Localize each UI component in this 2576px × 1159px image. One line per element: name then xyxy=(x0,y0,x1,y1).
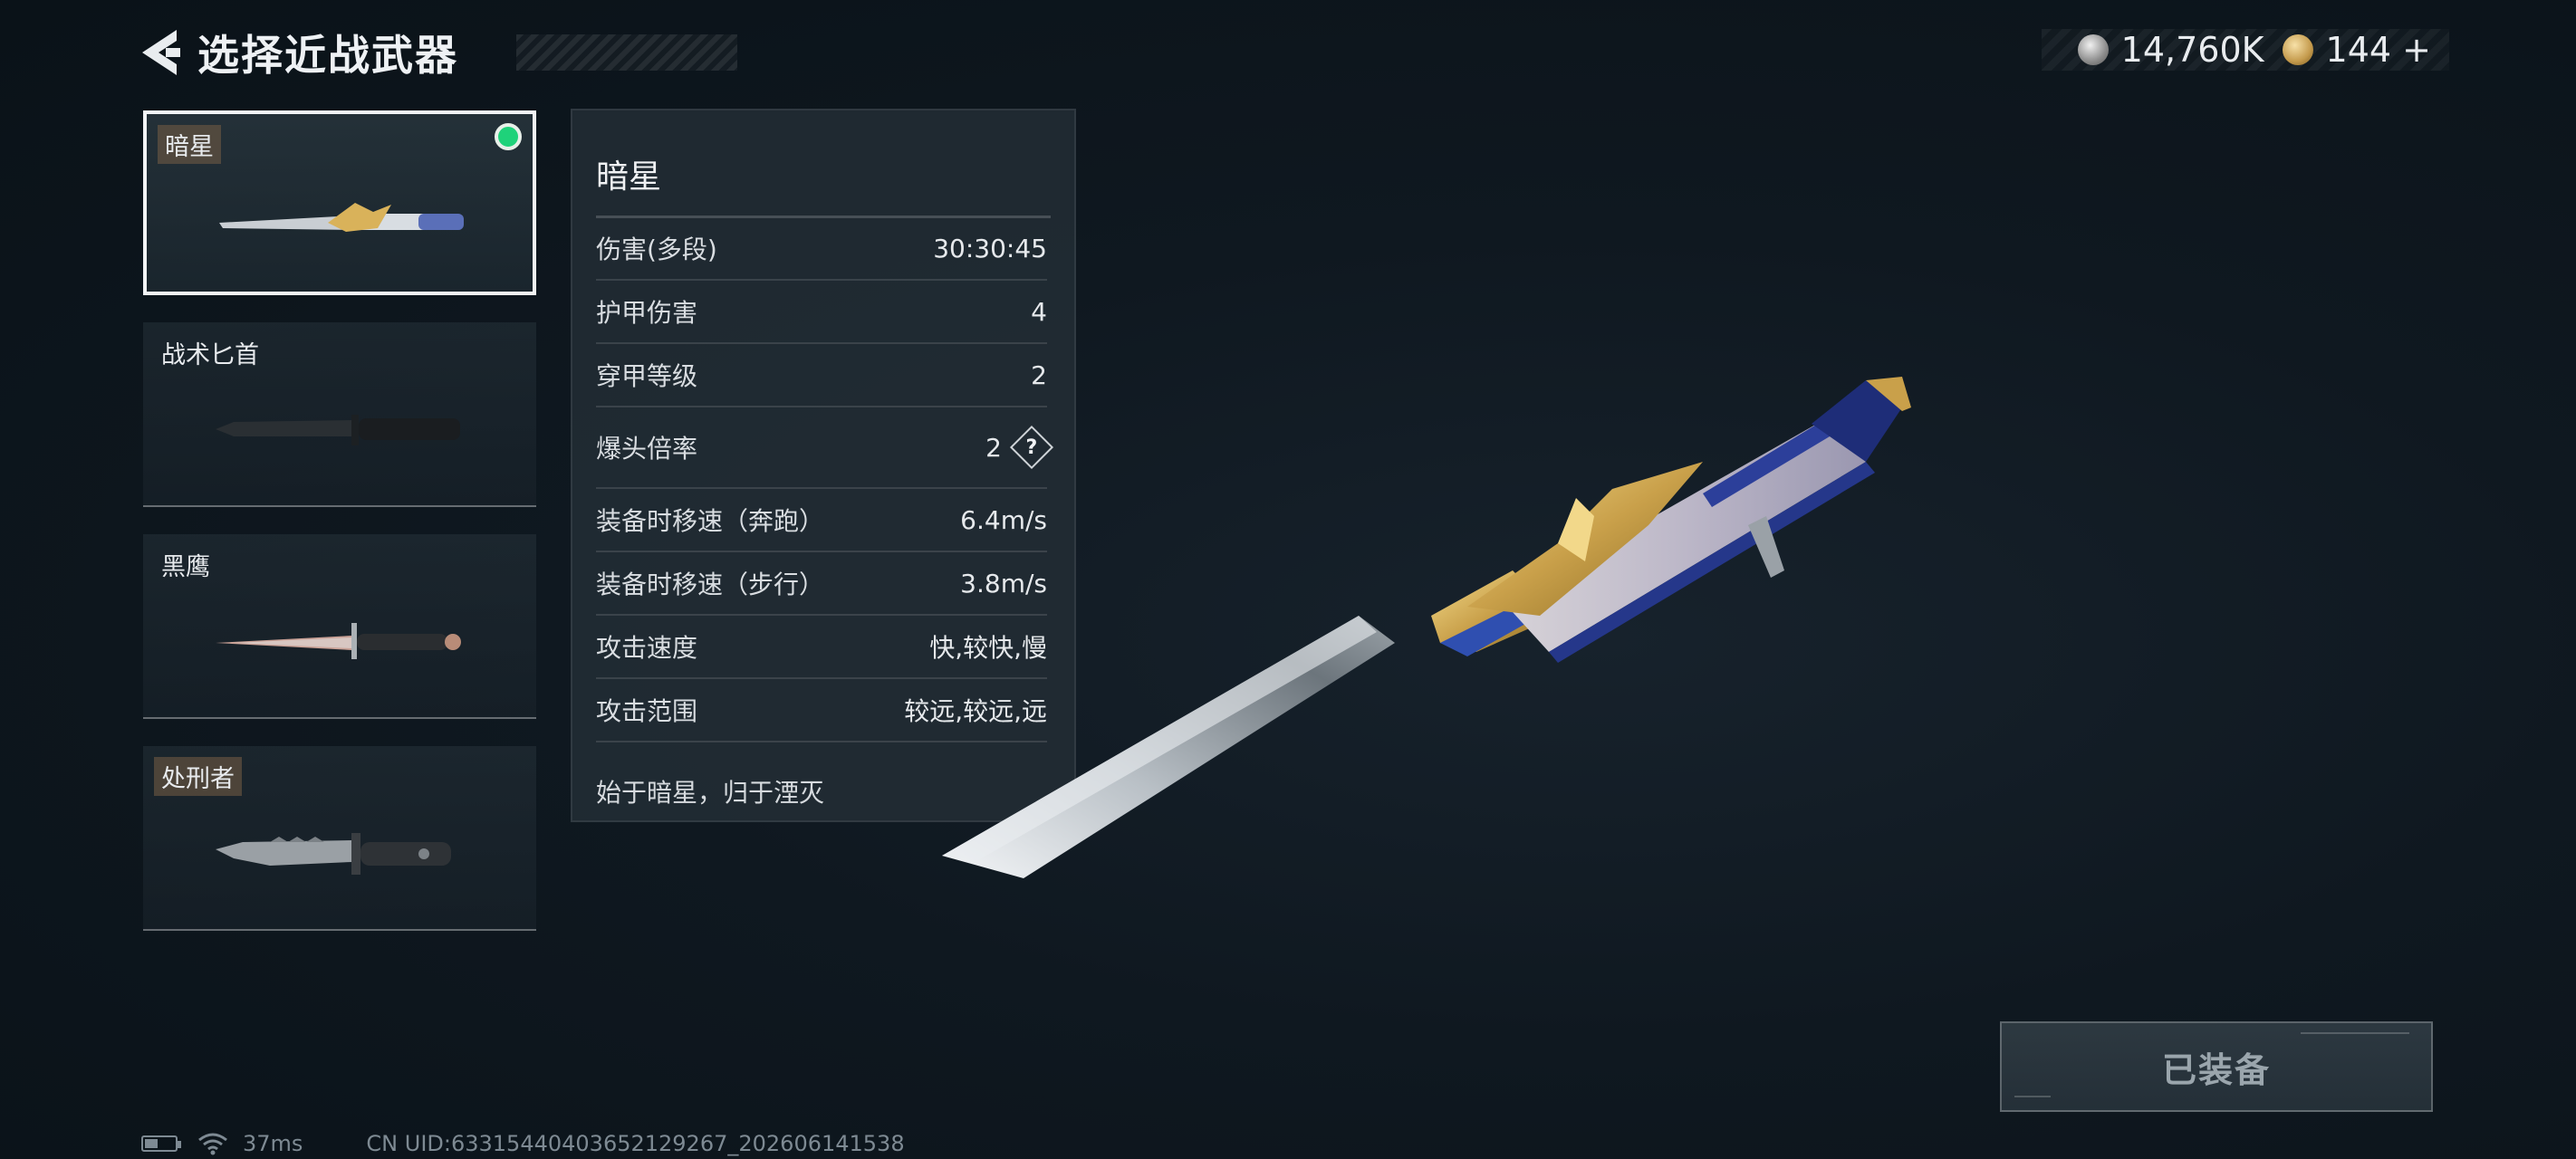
silver-amount: 14,760K xyxy=(2120,30,2264,70)
weapon-name: 处刑者 xyxy=(154,757,242,796)
gold-currency[interactable]: 144 + xyxy=(2282,30,2431,70)
weapon-name: 暗星 xyxy=(158,125,221,164)
battery-icon xyxy=(141,1135,181,1152)
weapon-card-executioner[interactable]: 处刑者 xyxy=(143,746,536,931)
stat-row-armor-damage: 护甲伤害 4 xyxy=(596,281,1047,344)
stat-value: 30:30:45 xyxy=(933,233,1047,263)
weapon-name: 黑鹰 xyxy=(161,553,210,581)
back-button[interactable] xyxy=(136,27,187,78)
stat-label: 装备时移速（奔跑） xyxy=(596,506,825,536)
stat-value: 4 xyxy=(1031,296,1047,327)
stat-label: 穿甲等级 xyxy=(596,361,698,391)
stat-label: 爆头倍率 xyxy=(596,434,698,464)
equipped-button[interactable]: 已装备 xyxy=(2000,1021,2433,1112)
silver-currency[interactable]: 14,760K xyxy=(2077,30,2264,70)
stat-label: 装备时移速（步行） xyxy=(596,570,825,599)
back-arrow-icon xyxy=(142,30,180,75)
stat-label: 伤害(多段) xyxy=(596,235,717,264)
weapon-card-black-hawk[interactable]: 黑鹰 xyxy=(143,534,536,719)
uid-text: CN UID:63315440403652129267_202606141538 xyxy=(366,1131,905,1156)
weapon-list: 暗星 战术匕首 黑鹰 处刑者 xyxy=(143,110,536,958)
star-dagger-icon xyxy=(219,203,464,232)
stat-row-damage: 伤害(多段) 30:30:45 xyxy=(596,217,1047,281)
button-decoration xyxy=(2014,1087,2051,1097)
gold-amount: 144 + xyxy=(2325,30,2431,70)
stat-label: 攻击范围 xyxy=(596,696,698,726)
header: 选择近战武器 xyxy=(136,22,737,83)
wifi-icon xyxy=(198,1133,227,1155)
weapon-title: 暗星 xyxy=(596,158,662,196)
ping-value: 37ms xyxy=(243,1131,303,1156)
gold-coin-icon xyxy=(2282,34,2313,65)
silver-coin-icon xyxy=(2077,34,2109,65)
stat-label: 护甲伤害 xyxy=(596,298,698,328)
button-decoration xyxy=(2301,1032,2409,1047)
stat-label: 攻击速度 xyxy=(596,633,698,663)
title-decoration xyxy=(516,34,737,71)
equipped-indicator xyxy=(495,123,522,150)
weapon-preview-image[interactable] xyxy=(924,344,2101,905)
weapon-name: 战术匕首 xyxy=(161,341,259,369)
executioner-knife-icon xyxy=(216,833,451,875)
status-footer: 37ms CN UID:63315440403652129267_2026061… xyxy=(141,1130,905,1157)
page-title: 选择近战武器 xyxy=(197,31,458,80)
weapon-card-anxing[interactable]: 暗星 xyxy=(143,110,536,295)
tactical-knife-icon xyxy=(216,415,460,445)
black-hawk-knife-icon xyxy=(216,623,461,659)
equip-button-label: 已装备 xyxy=(2161,1049,2271,1090)
currency-bar: 14,760K 144 + xyxy=(2041,29,2449,71)
weapon-card-tactical-knife[interactable]: 战术匕首 xyxy=(143,322,536,507)
